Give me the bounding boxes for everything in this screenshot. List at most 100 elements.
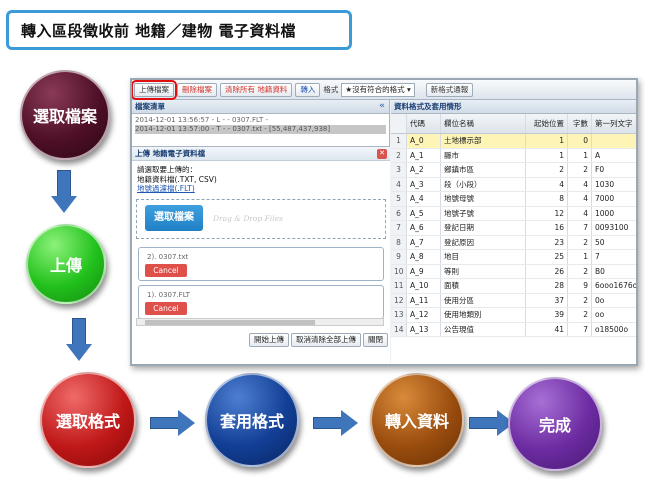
list-item[interactable]: 2014-12-01 13:56:57 - L - - 0307.FLT -	[135, 116, 386, 125]
table-row[interactable]: 14 A_13 公告現值 41 7 o18500o	[391, 322, 636, 337]
cancel-clear-button[interactable]: 取消清除全部上傳	[291, 333, 361, 347]
table-cell: 4	[526, 177, 568, 191]
file-log: 2014-12-01 13:56:57 - L - - 0307.FLT - 2…	[132, 114, 389, 136]
table-cell: 登記日期	[441, 221, 526, 235]
table-row[interactable]: 1 A_0 土地標示部 1 0	[391, 134, 636, 149]
dialog-title: 上傳 地籍電子資料檔 ✕	[132, 147, 390, 161]
table-row[interactable]: 9 A_8 地目 25 1 7	[391, 250, 636, 265]
filter-file-link[interactable]: 地號過濾檔(.FLT)	[137, 184, 385, 194]
table-cell: 2	[568, 293, 592, 307]
table-cell: A_1	[407, 148, 441, 162]
start-upload-button[interactable]: 開始上傳	[249, 333, 289, 347]
table-cell: 16	[526, 221, 568, 235]
table-cell: A	[592, 149, 636, 163]
file-list-title: 檔案清單	[135, 102, 165, 111]
table-cell: 8	[526, 192, 568, 206]
pick-file-button[interactable]: 選取檔案	[145, 205, 203, 231]
table-row[interactable]: 7 A_6 登記日期 16 7 0093100	[391, 221, 636, 236]
table-cell: 6	[391, 206, 407, 220]
table-cell: 41	[526, 322, 568, 336]
upload-dialog: 上傳 地籍電子資料檔 ✕ 請選取要上傳的： 地籍資料檔(.TXT, CSV) 地…	[132, 146, 390, 364]
table-cell: F0	[592, 163, 636, 177]
step-upload: 上傳	[26, 224, 106, 304]
step-apply-format-label: 套用格式	[219, 412, 284, 431]
table-row[interactable]: 12 A_11 使用分區 37 2 0o	[391, 293, 636, 308]
table-cell: A_6	[407, 221, 441, 235]
close-icon[interactable]: ✕	[377, 149, 387, 159]
table-cell: 地號子號	[441, 206, 526, 220]
table-cell: 地目	[441, 250, 526, 264]
close-dialog-button[interactable]: 關閉	[363, 333, 388, 347]
import-button[interactable]: 轉入	[295, 82, 321, 97]
table-cell: 公告現值	[441, 322, 526, 336]
table-cell: 7	[391, 221, 407, 235]
table-row[interactable]: 11 A_10 面積 28 9 6ooo1676o	[391, 279, 636, 294]
table-cell: 8	[391, 235, 407, 249]
step-select-file-label: 選取檔案	[32, 107, 97, 126]
column-header[interactable]: 欄位名稱	[441, 114, 526, 133]
step-done: 完成	[508, 377, 602, 471]
table-row[interactable]: 10 A_9 等則 26 2 B0	[391, 264, 636, 279]
toolbar: 上傳檔案 刪除檔案 清除所有 地籍資料 轉入 格式 ★沒有符合的格式 ▾ 新格式…	[132, 80, 636, 100]
upload-file-button[interactable]: 上傳檔案	[132, 80, 177, 100]
step-select-format-label: 選取格式	[55, 412, 120, 431]
table-cell: 1000	[592, 207, 636, 221]
table-cell: 3	[391, 163, 407, 177]
table-cell: 地號母號	[441, 192, 526, 206]
file-name: 2). 0307.txt	[147, 253, 189, 261]
format-select[interactable]: ★沒有符合的格式 ▾	[341, 82, 415, 97]
column-header[interactable]: 代碼	[407, 114, 441, 133]
step-done-label: 完成	[538, 416, 571, 435]
table-cell: A_10	[407, 279, 441, 293]
table-row[interactable]: 8 A_7 登記原因 23 2 50	[391, 235, 636, 250]
table-cell: A_3	[407, 177, 441, 191]
table-cell: 2	[568, 264, 592, 278]
table-cell: 9	[568, 279, 592, 293]
file-list-panel: 檔案清單 « 2014-12-01 13:56:57 - L - - 0307.…	[132, 100, 390, 364]
column-header[interactable]: 第一列文字	[592, 114, 636, 133]
table-row[interactable]: 13 A_12 使用地類別 39 2 oo	[391, 308, 636, 323]
clear-all-button[interactable]: 清除所有 地籍資料	[220, 82, 293, 97]
table-cell: A_11	[407, 293, 441, 307]
table-cell: 段（小段）	[441, 177, 526, 191]
horizontal-scrollbar[interactable]	[136, 318, 384, 326]
table-row[interactable]: 3 A_2 鄉鎮市區 2 2 F0	[391, 163, 636, 178]
table-cell: A_4	[407, 192, 441, 206]
format-grid-panel: 資料格式及套用情形 代碼 欄位名稱 起始位置 字數 第一列文字 1 A_0 土地標示…	[391, 100, 636, 364]
column-header[interactable]: 字數	[568, 114, 592, 133]
table-cell: 1030	[592, 178, 636, 192]
table-cell: oo	[592, 308, 636, 322]
table-row[interactable]: 5 A_4 地號母號 8 4 7000	[391, 192, 636, 207]
list-item[interactable]: 2014-12-01 13:57:00 - T - - 0307.txt - […	[135, 125, 386, 134]
table-cell: 0o	[592, 294, 636, 308]
arrow-down-icon	[66, 318, 92, 362]
table-cell: 2	[391, 148, 407, 162]
app-screenshot: 上傳檔案 刪除檔案 清除所有 地籍資料 轉入 格式 ★沒有符合的格式 ▾ 新格式…	[130, 78, 638, 366]
table-cell: 1	[391, 134, 407, 148]
table-cell: 23	[526, 235, 568, 249]
table-cell: 10	[391, 264, 407, 278]
table-cell: 2	[526, 163, 568, 177]
table-row[interactable]: 4 A_3 段（小段） 4 4 1030	[391, 177, 636, 192]
table-row[interactable]: 2 A_1 縣市 1 1 A	[391, 148, 636, 163]
table-cell: 4	[568, 192, 592, 206]
cancel-button[interactable]: Cancel	[145, 302, 187, 315]
table-cell: 0093100	[592, 221, 636, 235]
table-cell	[592, 134, 636, 148]
arrow-right-icon	[313, 410, 359, 436]
table-row[interactable]: 6 A_5 地號子號 12 4 1000	[391, 206, 636, 221]
table-cell: 1	[526, 134, 568, 148]
table-cell: o18500o	[592, 323, 636, 337]
drop-zone[interactable]: 選取檔案 Drag & Drop Files	[136, 199, 386, 239]
table-cell: 6ooo1676o	[592, 279, 636, 293]
delete-file-button[interactable]: 刪除檔案	[177, 82, 217, 97]
upload-file-item: 2). 0307.txt Cancel	[138, 247, 384, 281]
table-cell: 28	[526, 279, 568, 293]
column-header[interactable]: 起始位置	[526, 114, 568, 133]
collapse-icon[interactable]: «	[379, 100, 385, 113]
format-grid-header: 資料格式及套用情形	[391, 100, 636, 114]
new-format-button[interactable]: 新格式通報	[425, 82, 474, 97]
step-select-format: 選取格式	[40, 372, 136, 468]
step-import-data: 轉入資料	[370, 373, 464, 467]
cancel-button[interactable]: Cancel	[145, 264, 187, 277]
